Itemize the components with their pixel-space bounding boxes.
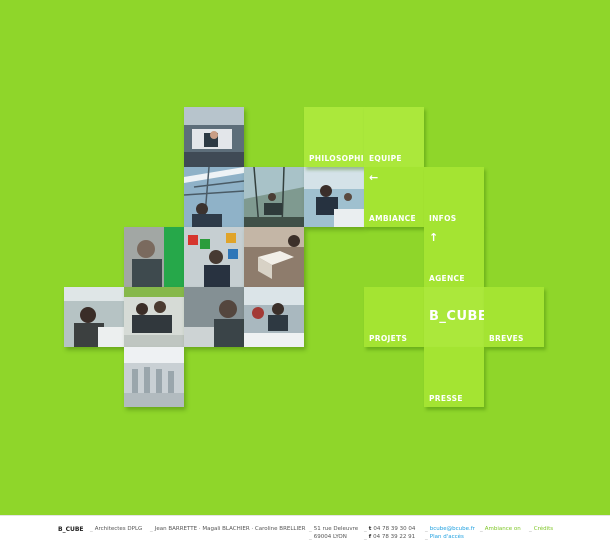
presse-label: PRESSE bbox=[429, 394, 463, 403]
arrow-up-icon: ↑ bbox=[429, 231, 439, 244]
footer-credits-item[interactable]: _ Crédits bbox=[529, 526, 553, 532]
phone-label: t bbox=[368, 526, 372, 532]
reading-photo bbox=[184, 287, 244, 347]
photo-tile-student[interactable] bbox=[64, 287, 124, 347]
photo-tile-board[interactable] bbox=[184, 227, 244, 287]
dash-icon: _ bbox=[364, 534, 367, 540]
meeting-photo bbox=[304, 167, 364, 227]
footer-address-line2: 69004 LYON bbox=[313, 534, 347, 540]
menu-tile-infos[interactable]: INFOS bbox=[424, 167, 484, 227]
breves-label: BREVES bbox=[489, 334, 524, 343]
desk-photo bbox=[244, 287, 304, 347]
dash-icon: _ bbox=[425, 526, 428, 532]
dash-icon: _ bbox=[90, 526, 93, 532]
footer-names: Jean BARRETTE · Magali BLACHIER · Caroli… bbox=[154, 526, 306, 532]
interior-photo bbox=[124, 347, 184, 407]
duo-photo bbox=[124, 287, 184, 347]
footer-names-item: _ Jean BARRETTE · Magali BLACHIER · Carol… bbox=[150, 526, 305, 532]
photo-tile-window[interactable] bbox=[184, 167, 244, 227]
menu-tile-brand[interactable]: B_CUBE bbox=[424, 287, 488, 347]
model-photo bbox=[244, 227, 304, 287]
dash-icon: _ bbox=[309, 534, 312, 540]
board-photo bbox=[184, 227, 244, 287]
footer-fax-item: _ f 04 78 39 22 91 bbox=[364, 534, 415, 540]
photo-tile-atelier[interactable] bbox=[244, 167, 304, 227]
dash-icon: _ bbox=[309, 526, 312, 532]
dash-icon: _ bbox=[425, 534, 428, 540]
footer-email-item[interactable]: _ bcube@bcube.fr bbox=[425, 526, 475, 532]
menu-tile-presse[interactable]: PRESSE bbox=[424, 347, 484, 407]
arrow-left-icon: ← bbox=[369, 171, 379, 184]
photo-tile-duo[interactable] bbox=[124, 287, 184, 347]
dash-icon: _ bbox=[480, 526, 483, 532]
brand-logo: B_CUBE bbox=[429, 309, 488, 324]
footer-subtitle: Architectes DPLG bbox=[94, 526, 143, 532]
photo-tile-reading[interactable] bbox=[184, 287, 244, 347]
photo-tile-desk[interactable] bbox=[244, 287, 304, 347]
footer-ambiance-item[interactable]: _ Ambiance on bbox=[480, 526, 521, 532]
photo-tile-office[interactable] bbox=[184, 107, 244, 167]
footer-phone: 04 78 39 30 04 bbox=[373, 526, 416, 532]
credits-link[interactable]: Crédits bbox=[534, 526, 553, 532]
map-link[interactable]: Plan d'accès bbox=[430, 534, 464, 540]
menu-tile-equipe[interactable]: EQUIPE bbox=[364, 107, 424, 167]
dash-icon: _ bbox=[529, 526, 532, 532]
infos-label: INFOS bbox=[429, 214, 457, 223]
office-photo bbox=[184, 107, 244, 167]
window-photo bbox=[184, 167, 244, 227]
fax-label: f bbox=[368, 534, 372, 540]
menu-tile-breves[interactable]: BREVES bbox=[484, 287, 544, 347]
ambiance-toggle-link[interactable]: Ambiance on bbox=[485, 526, 521, 532]
menu-tile-philosophie[interactable]: PHILOSOPHIE bbox=[304, 107, 369, 167]
menu-tile-agence[interactable]: ↑ AGENCE bbox=[424, 227, 484, 287]
footer-subtitle-item: _ Architectes DPLG bbox=[90, 526, 142, 532]
dash-icon: _ bbox=[150, 526, 153, 532]
menu-tile-projets[interactable]: PROJETS bbox=[364, 287, 424, 347]
footer-map-item[interactable]: _ Plan d'accès bbox=[425, 534, 464, 540]
main-stage: PHILOSOPHIE EQUIPE ← AMBIANCE INFOS ↑ AG… bbox=[0, 0, 610, 515]
equipe-label: EQUIPE bbox=[369, 154, 402, 163]
footer-address-line1: 51 rue Deleuvre bbox=[313, 526, 359, 532]
photo-tile-model[interactable] bbox=[244, 227, 304, 287]
dash-icon: _ bbox=[364, 526, 367, 532]
projets-label: PROJETS bbox=[369, 334, 408, 343]
footer-address-line2-item: _ 69004 LYON bbox=[309, 534, 347, 540]
menu-tile-ambiance[interactable]: ← AMBIANCE bbox=[364, 167, 424, 227]
footer-phone-item: _ t 04 78 39 30 04 bbox=[364, 526, 415, 532]
photo-tile-meeting[interactable] bbox=[304, 167, 364, 227]
student-photo bbox=[64, 287, 124, 347]
ambiance-label: AMBIANCE bbox=[369, 214, 416, 223]
footer-brand: B_CUBE bbox=[58, 526, 84, 533]
agence-label: AGENCE bbox=[429, 274, 465, 283]
philosophie-label: PHILOSOPHIE bbox=[309, 154, 370, 163]
person-green-photo bbox=[124, 227, 184, 287]
footer: B_CUBE _ Architectes DPLG _ Jean BARRETTE … bbox=[0, 515, 610, 542]
photo-tile-interior[interactable] bbox=[124, 347, 184, 407]
atelier-photo bbox=[244, 167, 304, 227]
email-link[interactable]: bcube@bcube.fr bbox=[430, 526, 475, 532]
photo-tile-person-green[interactable] bbox=[124, 227, 184, 287]
footer-address-line1-item: _ 51 rue Deleuvre bbox=[309, 526, 358, 532]
footer-fax: 04 78 39 22 91 bbox=[373, 534, 416, 540]
